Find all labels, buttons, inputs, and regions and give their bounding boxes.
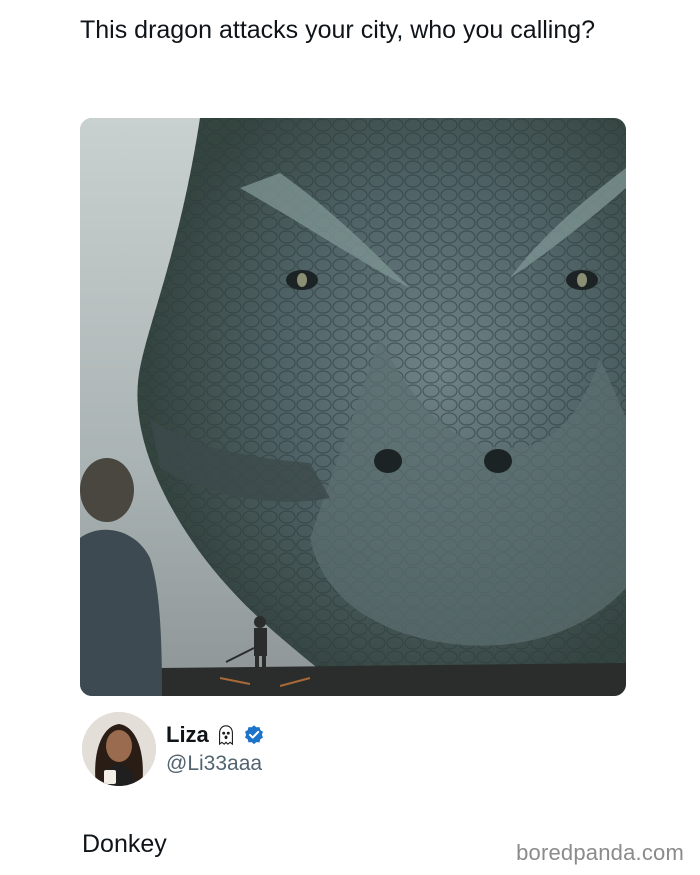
author-name-row: Liza	[166, 722, 265, 748]
post-card: This dragon attacks your city, who you c…	[0, 0, 700, 875]
dragon-image-illustration	[80, 118, 626, 696]
display-name[interactable]: Liza	[166, 722, 209, 748]
reply-text: Donkey	[82, 830, 167, 858]
site-watermark: boredpanda.com	[516, 840, 684, 865]
user-handle[interactable]: @Li33aaa	[166, 752, 262, 776]
ghost-emoji-icon	[215, 724, 237, 746]
verified-badge-icon	[243, 724, 265, 746]
post-text: This dragon attacks your city, who you c…	[80, 16, 596, 44]
avatar-image	[82, 712, 156, 786]
post-image[interactable]	[80, 118, 626, 696]
author-block[interactable]: Liza @Li33aaa	[80, 710, 480, 788]
avatar[interactable]	[82, 712, 156, 786]
